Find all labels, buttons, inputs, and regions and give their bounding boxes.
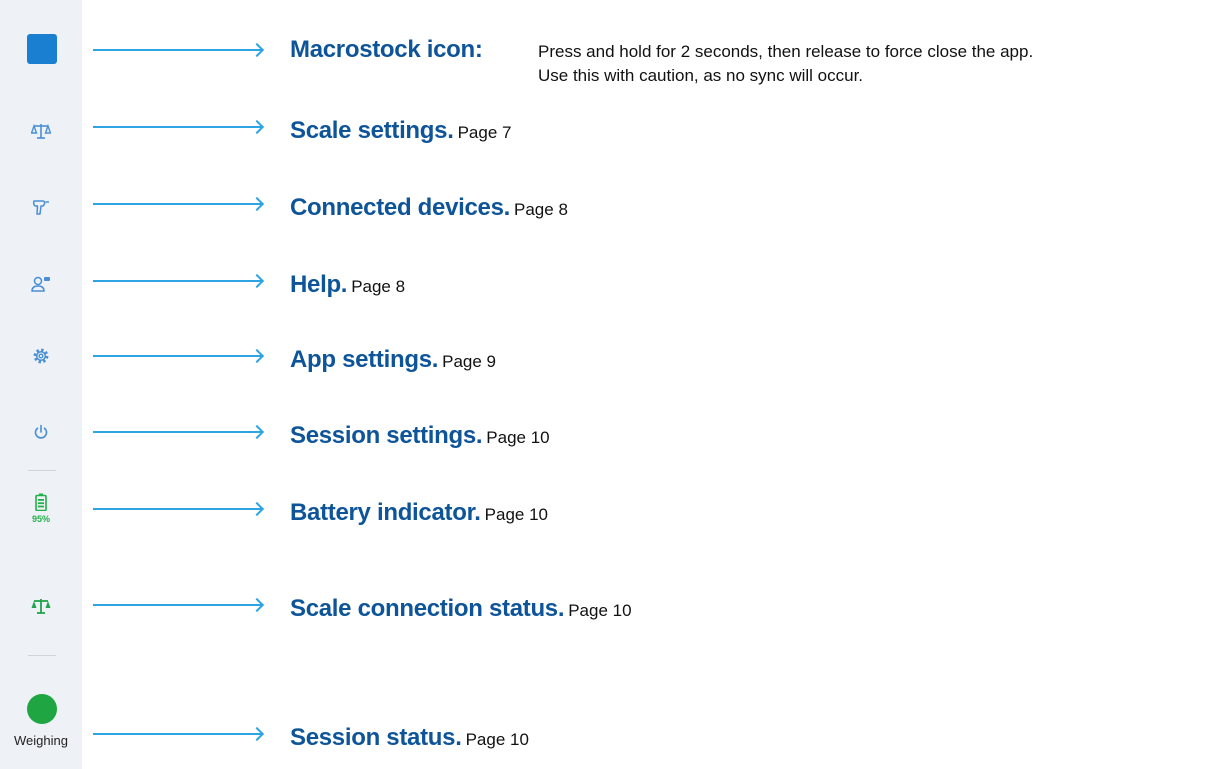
callout-page: Page 10 [484,505,548,524]
callout-battery: Battery indicator. Page 10 [290,501,548,525]
callout-title: Battery indicator. [290,499,481,526]
callout-page: Page 8 [351,277,406,296]
callout-page: Page 10 [568,601,632,620]
session-status-label: Weighing [14,733,68,748]
callout-title: Scale settings. [290,117,454,144]
status-dot-icon [27,694,57,724]
callout-macrostock: Macrostock icon: [290,38,483,62]
macrostock-icon[interactable] [27,34,57,64]
arrow-macrostock [93,42,265,58]
arrow-help [93,273,265,289]
scale-status-icon [0,592,82,620]
sidebar-divider [28,470,56,471]
callout-page: Page 8 [514,200,568,219]
arrow-session-status [93,726,265,742]
callout-title: Help. [290,271,348,298]
gear-icon[interactable] [0,342,82,370]
scanner-icon[interactable] [0,193,82,221]
sidebar-divider [28,655,56,656]
callout-title: Macrostock icon: [290,36,483,63]
callout-help: Help. Page 8 [290,273,405,297]
arrow-app-settings [93,348,265,364]
callout-page: Page 10 [486,428,550,447]
callout-session-status: Session status. Page 10 [290,726,529,750]
battery-percent: 95% [31,514,50,524]
arrow-scale-settings [93,119,265,135]
sidebar: 95% Weighing [0,0,82,769]
arrow-connected-devices [93,196,265,212]
callout-scale-connection: Scale connection status. Page 10 [290,597,632,621]
battery-indicator: 95% [0,493,82,541]
callout-title: Connected devices. [290,194,511,221]
callout-page: Page 10 [465,730,529,749]
callout-page: Page 9 [442,352,496,371]
scale-icon[interactable] [0,117,82,145]
macrostock-description: Press and hold for 2 seconds, then relea… [538,40,1033,88]
power-icon[interactable] [0,418,82,446]
callout-scale-settings: Scale settings. Page 7 [290,119,511,143]
callout-page: Page 7 [457,123,512,142]
callout-connected-devices: Connected devices. Page 8 [290,196,568,220]
battery-icon [35,493,47,511]
macrostock-desc-line2: Use this with caution, as no sync will o… [538,66,864,85]
help-icon[interactable] [0,270,82,298]
callout-title: Scale connection status. [290,595,565,622]
macrostock-desc-line1: Press and hold for 2 seconds, then relea… [538,42,1034,61]
callout-title: Session status. [290,724,462,751]
callout-app-settings: App settings. Page 9 [290,348,496,372]
arrow-battery [93,501,265,517]
callout-title: App settings. [290,346,439,373]
callout-session-settings: Session settings. Page 10 [290,424,550,448]
arrow-scale-connection [93,597,265,613]
callout-title: Session settings. [290,422,483,449]
arrow-session-settings [93,424,265,440]
